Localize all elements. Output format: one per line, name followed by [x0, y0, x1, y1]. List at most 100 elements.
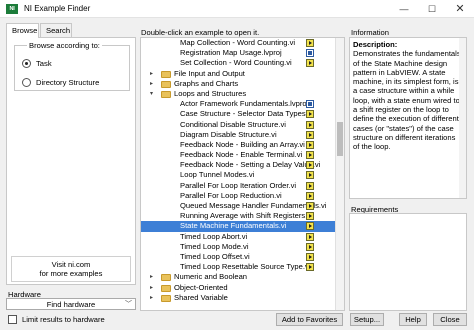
visit-line-2: for more examples [39, 269, 103, 278]
tree-row-label: Object-Oriented [174, 282, 228, 292]
limit-results-checkbox[interactable] [8, 315, 17, 324]
help-button[interactable]: Help [399, 313, 427, 326]
visit-ni-link[interactable]: Visit ni.com for more examples [11, 256, 131, 282]
tree-row-label: Parallel For Loop Iteration Order.vi [180, 180, 297, 190]
vi-file-icon [306, 202, 314, 210]
tree-example-row[interactable]: Set Collection - Word Counting.vi [141, 58, 336, 68]
add-to-favorites-button[interactable]: Add to Favorites [276, 313, 343, 326]
information-scrollbar[interactable] [459, 38, 466, 198]
tree-example-row[interactable]: Registration Map Usage.lvproj [141, 48, 336, 58]
tree-row-label: Running Average with Shift Registers.vi [180, 211, 313, 221]
tree-folder-row[interactable]: ▸ Shared Variable [141, 293, 336, 303]
tree-folder-row[interactable]: ▸ Object-Oriented [141, 283, 336, 293]
folder-icon [161, 284, 171, 292]
tree-row-label: Feedback Node - Enable Terminal.vi [180, 150, 303, 160]
description-body: Demonstrates the fundamentals of the Sta… [353, 49, 461, 152]
hardware-select[interactable]: Find hardware ﹀ [6, 298, 136, 310]
maximize-button[interactable]: ☐ [418, 0, 446, 18]
tree-row-label: Queued Message Handler Fundamentals.vi [180, 201, 327, 210]
tree-scrollbar[interactable] [335, 38, 344, 310]
example-tree[interactable]: Map Collection - Word Counting.vi Registr… [140, 37, 345, 311]
folder-icon [161, 70, 171, 78]
vi-file-icon [306, 161, 314, 170]
tree-example-row[interactable]: Diagram Disable Structure.vi [141, 130, 336, 140]
tree-example-row[interactable]: Case Structure - Selector Data Types.vi [141, 109, 336, 119]
vi-file-icon [306, 212, 314, 221]
tree-example-row[interactable]: Feedback Node - Setting a Delay Value.vi [141, 160, 336, 170]
minimize-button[interactable]: — [390, 0, 418, 18]
information-label: Information [351, 28, 389, 37]
close-window-button[interactable]: ✕ [446, 0, 474, 18]
tree-example-row[interactable]: Running Average with Shift Registers.vi [141, 211, 336, 221]
vi-file-icon [306, 130, 314, 139]
vi-file-icon [306, 242, 314, 251]
tree-example-row[interactable]: State Machine Fundamentals.vi [141, 221, 336, 232]
tree-row-label: Shared Variable [174, 292, 228, 302]
tree-scrollbar-thumb[interactable] [337, 122, 343, 156]
close-button[interactable]: Close [433, 313, 467, 326]
vi-file-icon [306, 151, 314, 160]
vi-file-icon [306, 140, 314, 149]
description-title: Description: [353, 40, 398, 49]
tree-row-label: Conditional Disable Structure.vi [180, 119, 286, 129]
tree-example-row[interactable]: Timed Loop Abort.vi [141, 232, 336, 242]
folder-icon [161, 274, 171, 282]
vi-file-icon [306, 181, 314, 190]
setup-button[interactable]: Setup... [350, 313, 384, 326]
tree-example-row[interactable]: Parallel For Loop Iteration Order.vi [141, 181, 336, 191]
vi-file-icon [306, 232, 314, 241]
limit-results-label: Limit results to hardware [22, 315, 105, 324]
tree-row-label: Timed Loop Abort.vi [180, 231, 248, 241]
chevron-right-icon[interactable]: ▸ [150, 79, 153, 89]
tree-row-label: Loops and Structures [174, 88, 247, 98]
tree-row-label: State Machine Fundamentals.vi [180, 221, 287, 231]
visit-line-1: Visit ni.com [51, 260, 91, 269]
tree-rows: Map Collection - Word Counting.vi Registr… [141, 38, 336, 303]
tab-browse[interactable]: Browse [6, 23, 39, 38]
tree-row-label: File Input and Output [174, 68, 245, 78]
vi-file-icon [306, 39, 314, 47]
chevron-right-icon[interactable]: ▸ [150, 69, 153, 79]
chevron-right-icon[interactable]: ▸ [150, 272, 153, 282]
tree-row-label: Numeric and Boolean [174, 272, 248, 282]
tree-folder-row[interactable]: ▸ File Input and Output [141, 69, 336, 79]
information-box: Description: Demonstrates the fundamenta… [349, 37, 467, 199]
vi-file-icon [306, 171, 314, 180]
window-title: NI Example Finder [24, 4, 91, 13]
tree-example-row[interactable]: Timed Loop Mode.vi [141, 242, 336, 252]
tree-row-label: Feedback Node - Building an Array.vi [180, 139, 305, 149]
tree-row-label: Diagram Disable Structure.vi [180, 129, 277, 139]
tree-example-row[interactable]: Feedback Node - Building an Array.vi [141, 140, 336, 150]
folder-icon [161, 294, 171, 302]
tree-example-row[interactable]: Queued Message Handler Fundamentals.vi [141, 201, 336, 211]
tree-example-row[interactable]: Actor Framework Fundamentals.lvproj [141, 99, 336, 109]
tree-row-label: Timed Loop Offset.vi [180, 251, 250, 261]
tree-example-row[interactable]: Parallel For Loop Reduction.vi [141, 191, 336, 201]
tree-folder-row[interactable]: ▾ Loops and Structures [141, 89, 336, 99]
tree-row-label: Parallel For Loop Reduction.vi [180, 190, 282, 200]
radio-task[interactable] [22, 59, 31, 68]
tree-example-row[interactable]: Loop Tunnel Modes.vi [141, 170, 336, 180]
tree-example-row[interactable]: Feedback Node - Enable Terminal.vi [141, 150, 336, 160]
tree-example-row[interactable]: Conditional Disable Structure.vi [141, 120, 336, 130]
chevron-right-icon[interactable]: ▸ [150, 283, 153, 293]
tree-row-label: Timed Loop Resettable Source Type.vi [180, 262, 311, 272]
chevron-right-icon[interactable]: ▸ [150, 293, 153, 303]
tree-row-label: Actor Framework Fundamentals.lvproj [180, 99, 309, 109]
tree-row-label: Registration Map Usage.lvproj [180, 48, 282, 58]
vi-file-icon [306, 222, 314, 231]
vi-file-icon [306, 191, 314, 200]
tree-folder-row[interactable]: ▸ Graphs and Charts [141, 79, 336, 89]
radio-task-label: Task [36, 59, 52, 68]
vi-file-icon [306, 263, 314, 272]
radio-directory-structure[interactable] [22, 78, 31, 87]
chevron-down-icon[interactable]: ▾ [150, 89, 153, 99]
tab-search[interactable]: Search [40, 23, 72, 37]
tree-example-row[interactable]: Timed Loop Resettable Source Type.vi [141, 262, 336, 272]
tree-example-row[interactable]: Timed Loop Offset.vi [141, 252, 336, 262]
tree-row-label: Set Collection - Word Counting.vi [180, 58, 292, 68]
browse-panel: Browse according to: Task Directory Stru… [6, 37, 136, 285]
tree-example-row[interactable]: Map Collection - Word Counting.vi [141, 38, 336, 48]
tree-row-label: Case Structure - Selector Data Types.vi [180, 109, 314, 119]
tree-folder-row[interactable]: ▸ Numeric and Boolean [141, 272, 336, 282]
